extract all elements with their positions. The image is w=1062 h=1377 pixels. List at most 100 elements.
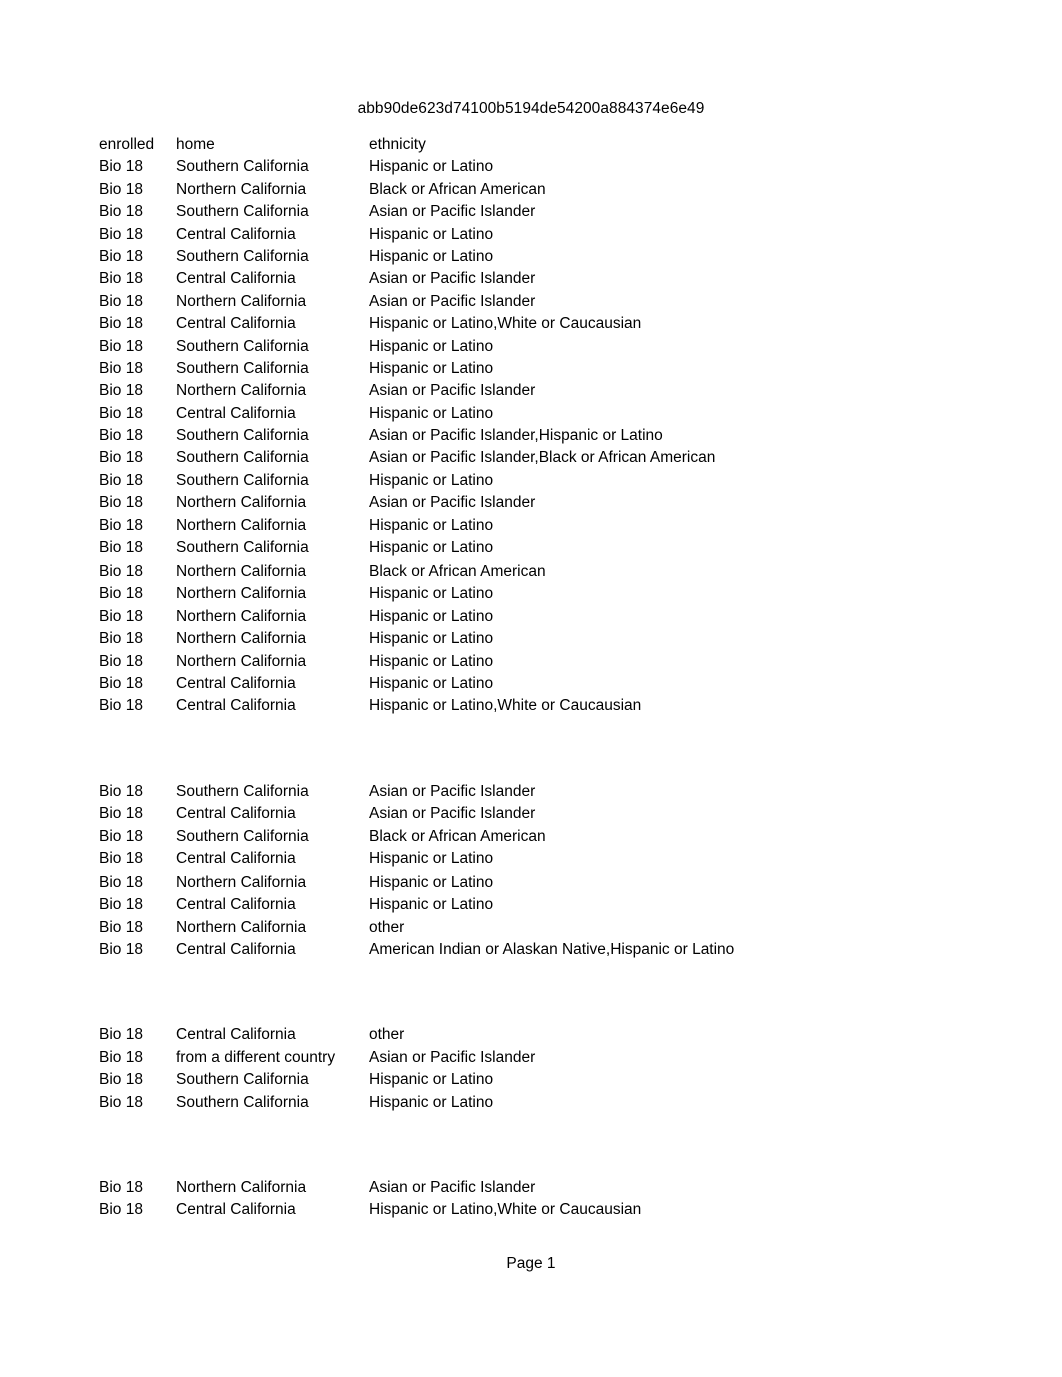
table-row: Bio 18 Northern California Hispanic or Lat…	[99, 628, 999, 650]
table-row: Bio 18 Southern California Hispanic or Lat…	[99, 336, 999, 358]
table-row: Bio 18 Central California other	[99, 1024, 999, 1046]
table-row: Bio 18 Northern California Hispanic or Lat…	[99, 515, 999, 537]
table-row: Bio 18 Central California Hispanic or Lati…	[99, 848, 999, 870]
table-row: Bio 18 Southern California Hispanic or Lat…	[99, 156, 999, 178]
cell-enrolled: Bio 18	[99, 1071, 143, 1089]
cell-home: Central California	[176, 674, 296, 692]
cell-home: Northern California	[176, 918, 307, 936]
cell-ethnicity: Hispanic or Latino	[369, 674, 494, 692]
cell-ethnicity: Hispanic or Latino	[369, 471, 494, 489]
cell-enrolled: Bio 18	[99, 674, 143, 692]
cell-ethnicity: Hispanic or Latino	[369, 225, 494, 243]
table-row: Bio 18 Central California American Indian …	[99, 939, 999, 961]
table-row: Bio 18 Southern California Asian or Pacifi…	[99, 201, 999, 223]
cell-home: Southern California	[176, 1093, 309, 1111]
cell-ethnicity: Asian or Pacific Islander,Black or Afric…	[369, 449, 716, 467]
cell-home: Central California	[176, 805, 296, 823]
column-header-home: home	[176, 136, 215, 153]
cell-enrolled: Bio 18	[99, 337, 143, 355]
table-row: Bio 18 Northern California Asian or Pacifi…	[99, 1177, 999, 1199]
cell-home: Northern California	[176, 630, 307, 648]
cell-home: Northern California	[176, 1179, 307, 1197]
cell-home: Northern California	[176, 382, 307, 400]
page-title: abb90de623d74100b5194de54200a884374e6e49	[357, 100, 705, 117]
block-separator	[99, 718, 999, 781]
cell-enrolled: Bio 18	[99, 585, 143, 603]
cell-ethnicity: Hispanic or Latino	[369, 849, 494, 867]
cell-ethnicity: Hispanic or Latino,White or Caucausian	[369, 1201, 642, 1219]
cell-enrolled: Bio 18	[99, 270, 143, 288]
cell-ethnicity: Hispanic or Latino	[369, 539, 494, 557]
table-row: Bio 18 Central California Asian or Pacific…	[99, 268, 999, 290]
cell-ethnicity: Hispanic or Latino	[369, 516, 494, 534]
table-row: Bio 18 Southern California Hispanic or Lat…	[99, 1092, 999, 1114]
cell-home: Southern California	[176, 782, 309, 800]
cell-ethnicity: Asian or Pacific Islander	[369, 805, 536, 823]
cell-ethnicity: Hispanic or Latino	[369, 247, 494, 265]
cell-ethnicity: Hispanic or Latino	[369, 1071, 494, 1089]
cell-enrolled: Bio 18	[99, 697, 143, 715]
table-row: Bio 18 from a different country Asian or P…	[99, 1047, 999, 1069]
cell-ethnicity: Black or African American	[369, 563, 546, 581]
cell-home: Northern California	[176, 585, 307, 603]
block-separator	[99, 1114, 999, 1177]
cell-ethnicity: Hispanic or Latino	[369, 585, 494, 603]
cell-ethnicity: Hispanic or Latino,White or Caucausian	[369, 697, 642, 715]
cell-enrolled: Bio 18	[99, 805, 143, 823]
table-row: Bio 18 Northern California Hispanic or Lat…	[99, 583, 999, 605]
table-row: Bio 18 Northern California Hispanic or Lat…	[99, 651, 999, 673]
cell-enrolled: Bio 18	[99, 941, 143, 959]
table-row: Bio 18 Central California Asian or Pacific…	[99, 803, 999, 825]
cell-home: Central California	[176, 697, 296, 715]
cell-ethnicity: Hispanic or Latino,White or Caucausian	[369, 315, 642, 333]
cell-ethnicity: Hispanic or Latino	[369, 1093, 494, 1111]
cell-enrolled: Bio 18	[99, 158, 143, 176]
table-row: Bio 18 Central California Hispanic or Lati…	[99, 695, 999, 717]
cell-enrolled: Bio 18	[99, 180, 143, 198]
table-row: Bio 18 Northern California Hispanic or Lat…	[99, 872, 999, 894]
cell-enrolled: Bio 18	[99, 315, 143, 333]
block-separator	[99, 961, 999, 1024]
table-row: Bio 18 Southern California Hispanic or Lat…	[99, 246, 999, 268]
cell-ethnicity: other	[369, 1026, 405, 1044]
cell-home: Central California	[176, 270, 296, 288]
cell-home: Southern California	[176, 337, 309, 355]
data-table: enrolled home ethnicity Bio 18 Southern Cal…	[99, 134, 999, 1222]
table-row: Bio 18 Central California Hispanic or Lati…	[99, 1199, 999, 1221]
cell-home: Southern California	[176, 539, 309, 557]
cell-enrolled: Bio 18	[99, 652, 143, 670]
cell-home: Central California	[176, 404, 296, 422]
cell-enrolled: Bio 18	[99, 630, 143, 648]
cell-enrolled: Bio 18	[99, 404, 143, 422]
column-header-ethnicity: ethnicity	[369, 136, 426, 153]
cell-enrolled: Bio 18	[99, 1201, 143, 1219]
cell-ethnicity: Asian or Pacific Islander	[369, 292, 536, 310]
cell-ethnicity: Hispanic or Latino	[369, 873, 494, 891]
cell-enrolled: Bio 18	[99, 449, 143, 467]
cell-home: Central California	[176, 315, 296, 333]
table-row: Bio 18 Northern California Black or Africa…	[99, 561, 999, 583]
cell-enrolled: Bio 18	[99, 494, 143, 512]
cell-ethnicity: Hispanic or Latino	[369, 607, 494, 625]
cell-enrolled: Bio 18	[99, 292, 143, 310]
cell-enrolled: Bio 18	[99, 782, 143, 800]
cell-ethnicity: Asian or Pacific Islander	[369, 494, 536, 512]
cell-home: Northern California	[176, 516, 307, 534]
table-row: Bio 18 Southern California Asian or Pacifi…	[99, 447, 999, 469]
cell-ethnicity: Hispanic or Latino	[369, 337, 494, 355]
table-row: Bio 18 Northern California other	[99, 917, 999, 939]
cell-home: Central California	[176, 941, 296, 959]
cell-ethnicity: Asian or Pacific Islander	[369, 1179, 536, 1197]
cell-enrolled: Bio 18	[99, 607, 143, 625]
table-row: Bio 18 Central California Hispanic or Lati…	[99, 673, 999, 695]
cell-home: Southern California	[176, 427, 309, 445]
cell-enrolled: Bio 18	[99, 203, 143, 221]
cell-enrolled: Bio 18	[99, 382, 143, 400]
table-header-row: enrolled home ethnicity	[99, 134, 999, 156]
cell-enrolled: Bio 18	[99, 539, 143, 557]
table-row: Bio 18 Central California Hispanic or Lati…	[99, 894, 999, 916]
cell-home: Southern California	[176, 827, 309, 845]
table-body: Bio 18 Southern California Hispanic or Lat…	[99, 156, 999, 1221]
cell-enrolled: Bio 18	[99, 827, 143, 845]
table-row: Bio 18 Southern California Hispanic or Lat…	[99, 537, 999, 559]
